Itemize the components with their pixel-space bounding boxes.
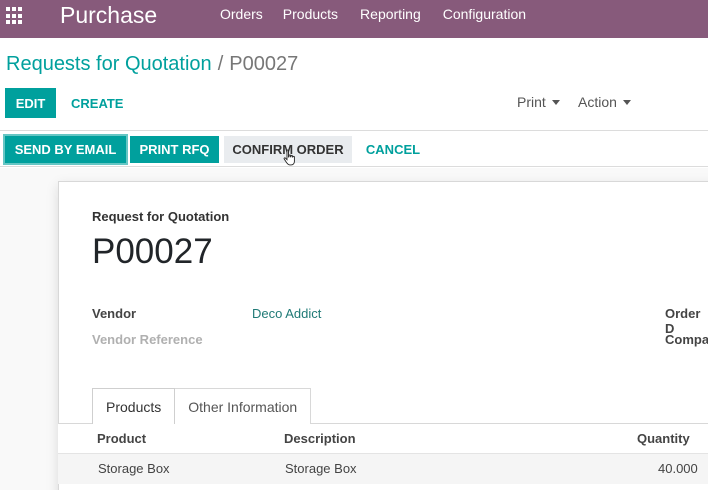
breadcrumb: Requests for Quotation / P00027 [6, 52, 298, 76]
table-header: Product Description Quantity [58, 424, 708, 454]
breadcrumb-separator: / [217, 53, 224, 75]
menu-configuration[interactable]: Configuration [443, 0, 526, 28]
notebook-tabs: Products Other Information [92, 388, 312, 424]
document-type-label: Request for Quotation [92, 209, 230, 224]
cell-quantity: 40.000 [658, 461, 698, 476]
apps-grid-icon[interactable] [6, 7, 24, 25]
create-button[interactable]: CREATE [64, 88, 130, 118]
top-navbar: Purchase Orders Products Reporting Confi… [0, 0, 708, 38]
cell-product: Storage Box [98, 461, 170, 476]
print-rfq-button[interactable]: PRINT RFQ [130, 136, 219, 163]
menu-reporting[interactable]: Reporting [360, 0, 421, 28]
action-dropdown-label: Action [578, 94, 617, 110]
table-row[interactable]: Storage Box Storage Box 40.000 [58, 454, 708, 484]
document-number: P00027 [92, 232, 213, 271]
hand-cursor-icon [283, 149, 295, 166]
menu-orders[interactable]: Orders [220, 0, 263, 28]
breadcrumb-current: P00027 [229, 53, 299, 75]
caret-down-icon [551, 99, 560, 105]
action-dropdown[interactable]: Action [578, 92, 631, 112]
print-dropdown[interactable]: Print [517, 92, 560, 112]
vendor-label: Vendor [92, 306, 137, 321]
tab-products[interactable]: Products [92, 388, 176, 424]
company-label: Compa [665, 332, 708, 347]
column-header-product[interactable]: Product [97, 431, 146, 446]
status-bar: SEND BY EMAIL PRINT RFQ CONFIRM ORDER CA… [0, 130, 708, 167]
menu-products[interactable]: Products [283, 0, 338, 28]
app-name[interactable]: Purchase [60, 2, 157, 28]
cell-description: Storage Box [285, 461, 357, 476]
send-by-email-button[interactable]: SEND BY EMAIL [3, 134, 128, 165]
column-header-quantity[interactable]: Quantity [637, 431, 690, 446]
vendor-link[interactable]: Deco Addict [252, 306, 321, 321]
print-dropdown-label: Print [517, 94, 546, 110]
main-menu: Orders Products Reporting Configuration [220, 0, 548, 38]
caret-down-icon [622, 99, 631, 105]
column-header-description[interactable]: Description [284, 431, 356, 446]
tab-other-information[interactable]: Other Information [175, 388, 312, 424]
vendor-reference-label: Vendor Reference [92, 332, 203, 347]
cancel-button[interactable]: CANCEL [360, 136, 426, 163]
breadcrumb-parent[interactable]: Requests for Quotation [6, 53, 212, 75]
edit-button[interactable]: EDIT [5, 88, 56, 118]
